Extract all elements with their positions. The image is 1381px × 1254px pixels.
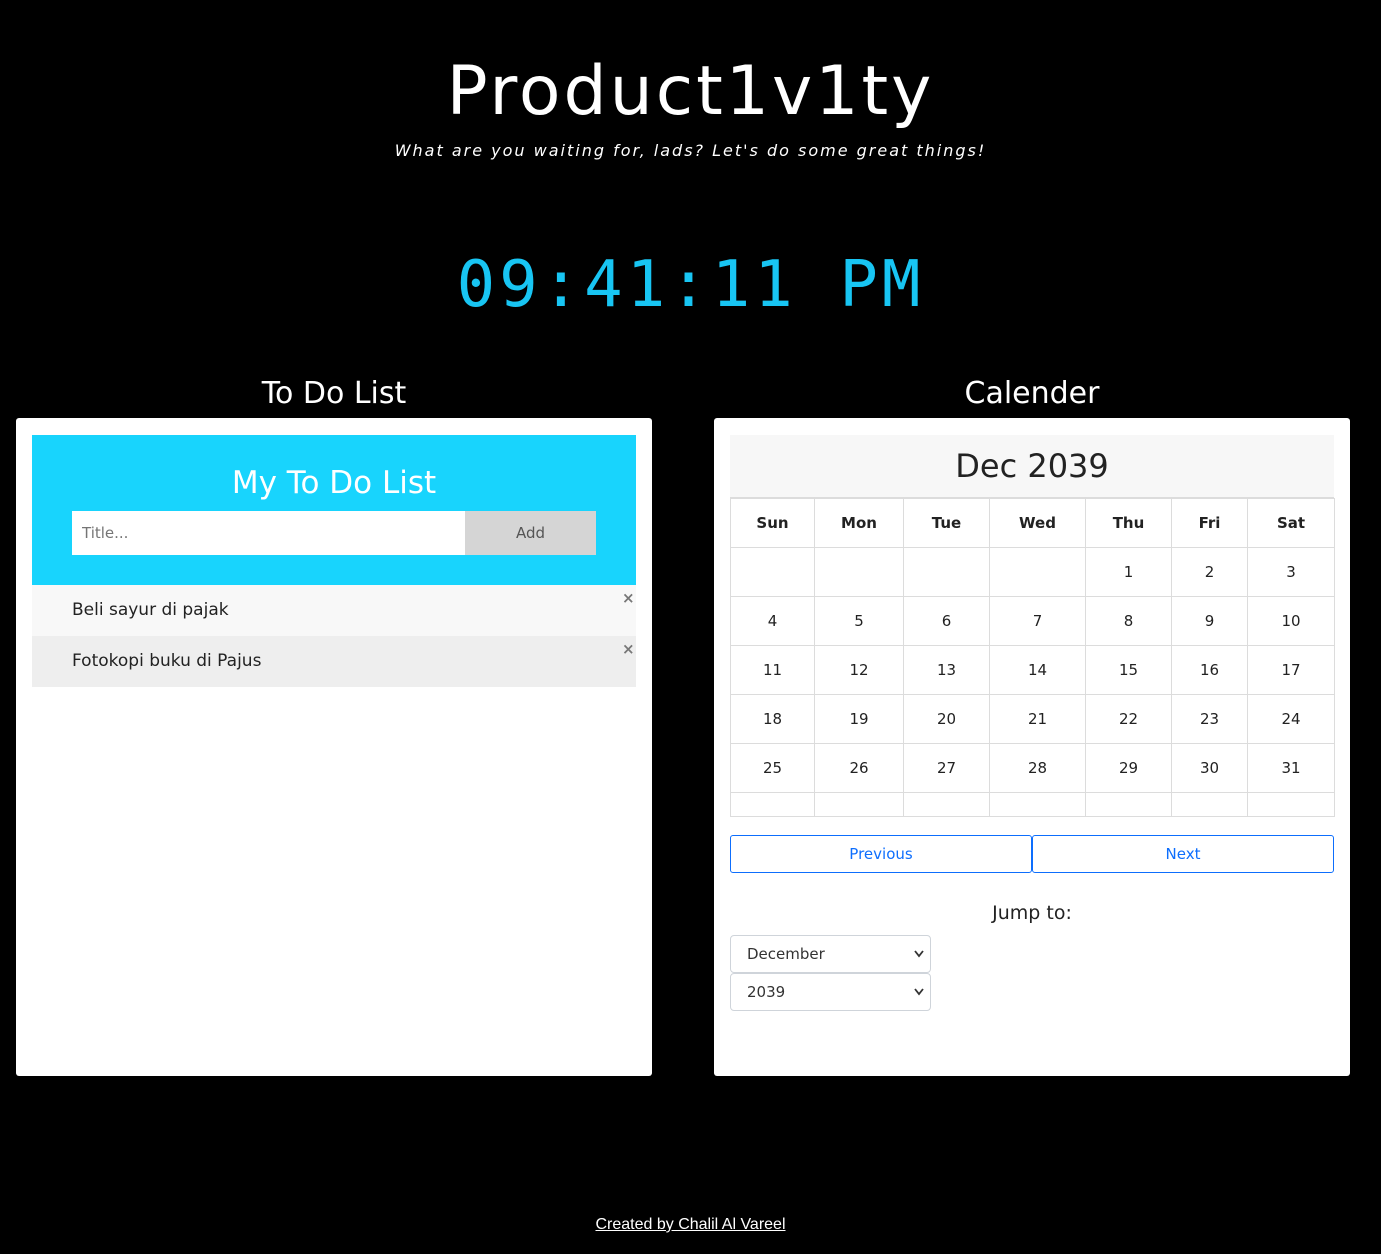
calendar-week-row: 11 12 13 14 15 16 17: [730, 645, 1335, 695]
calendar-day-cell[interactable]: 7: [989, 596, 1086, 646]
todo-panel: My To Do List Add Beli sayur di pajak × …: [16, 418, 652, 1076]
calendar-grid: Sun Mon Tue Wed Thu Fri Sat 1 2 3 4 5 6 7 8 9 10 1…: [730, 498, 1335, 817]
calendar-day-cell[interactable]: 29: [1085, 743, 1172, 793]
previous-month-button[interactable]: Previous: [730, 835, 1032, 873]
month-select[interactable]: December: [730, 935, 931, 973]
calendar-day-cell[interactable]: 27: [903, 743, 990, 793]
calendar-day-cell[interactable]: 12: [814, 645, 904, 695]
todo-item-text: Beli sayur di pajak: [72, 600, 229, 620]
calendar-day-cell[interactable]: 18: [730, 694, 815, 744]
calendar-day-cell: [730, 792, 815, 817]
calendar-day-cell[interactable]: 19: [814, 694, 904, 744]
close-icon[interactable]: ×: [622, 589, 635, 607]
todo-list-title: My To Do List: [231, 465, 437, 501]
footer-credit-link[interactable]: Created by Chalil Al Vareel: [0, 1215, 1381, 1235]
calendar-week-row: 4 5 6 7 8 9 10: [730, 596, 1335, 646]
weekday-header: Thu: [1085, 498, 1172, 548]
calendar-month-year: Dec 2039: [730, 435, 1334, 498]
todo-list: Beli sayur di pajak × Fotokopi buku di P…: [32, 585, 636, 687]
jump-to-label: Jump to:: [992, 902, 1072, 924]
calendar-day-cell[interactable]: 4: [730, 596, 815, 646]
calendar-day-cell[interactable]: 22: [1085, 694, 1172, 744]
calendar-day-cell[interactable]: 31: [1247, 743, 1335, 793]
calendar-day-cell: [903, 547, 990, 597]
app-title: Product1v1ty: [446, 52, 935, 131]
calendar-day-cell: [989, 547, 1086, 597]
weekday-header: Tue: [903, 498, 990, 548]
todo-header: My To Do List Add: [32, 435, 636, 585]
add-todo-button[interactable]: Add: [465, 511, 596, 555]
calendar-day-cell[interactable]: 11: [730, 645, 815, 695]
calendar-day-cell[interactable]: 24: [1247, 694, 1335, 744]
weekday-header: Fri: [1171, 498, 1248, 548]
calendar-day-cell[interactable]: 17: [1247, 645, 1335, 695]
todo-item-text: Fotokopi buku di Pajus: [72, 651, 262, 671]
calendar-day-cell: [1247, 792, 1335, 817]
calendar-day-cell[interactable]: 16: [1171, 645, 1248, 695]
calendar-day-cell[interactable]: 6: [903, 596, 990, 646]
weekday-header: Sun: [730, 498, 815, 548]
chevron-down-icon: [914, 950, 924, 958]
calendar-day-cell[interactable]: 28: [989, 743, 1086, 793]
calendar-day-cell[interactable]: 21: [989, 694, 1086, 744]
calendar-day-cell: [730, 547, 815, 597]
app-subtitle: What are you waiting for, lads? Let's do…: [394, 141, 987, 160]
calendar-day-cell[interactable]: 26: [814, 743, 904, 793]
calendar-day-cell[interactable]: 15: [1085, 645, 1172, 695]
next-month-button[interactable]: Next: [1032, 835, 1334, 873]
calendar-day-cell: [814, 547, 904, 597]
calendar-day-cell[interactable]: 2: [1171, 547, 1248, 597]
calendar-day-cell[interactable]: 8: [1085, 596, 1172, 646]
calendar-day-cell[interactable]: 10: [1247, 596, 1335, 646]
weekday-header: Wed: [989, 498, 1086, 548]
weekday-header: Mon: [814, 498, 904, 548]
calendar-day-cell[interactable]: 13: [903, 645, 990, 695]
calendar-panel: Dec 2039 Sun Mon Tue Wed Thu Fri Sat 123…: [714, 418, 1350, 1076]
calendar-day-cell: [989, 792, 1086, 817]
calendar-day-cell[interactable]: 9: [1171, 596, 1248, 646]
calendar-section-heading: Calender: [964, 376, 1100, 411]
calendar-day-cell[interactable]: 14: [989, 645, 1086, 695]
calendar-week-row: 25 26 27 28 29 30 31: [730, 743, 1335, 793]
calendar-day-cell: [1085, 792, 1172, 817]
close-icon[interactable]: ×: [622, 640, 635, 658]
weekday-row: Sun Mon Tue Wed Thu Fri Sat: [730, 498, 1335, 548]
digital-clock: 09:41:11 PM: [456, 248, 925, 322]
chevron-down-icon: [914, 988, 924, 996]
calendar-day-cell: [903, 792, 990, 817]
calendar-day-cell: [814, 792, 904, 817]
calendar-day-cell: [1171, 792, 1248, 817]
calendar-week-row: 18 19 20 21 22 23 24: [730, 694, 1335, 744]
todo-item[interactable]: Fotokopi buku di Pajus ×: [32, 636, 636, 687]
todo-title-input[interactable]: [72, 511, 465, 555]
year-select-value: 2039: [747, 983, 786, 1001]
year-select[interactable]: 2039: [730, 973, 931, 1011]
calendar-day-cell[interactable]: 30: [1171, 743, 1248, 793]
calendar-day-cell[interactable]: 5: [814, 596, 904, 646]
calendar-day-cell[interactable]: 3: [1247, 547, 1335, 597]
calendar-week-row: 123: [730, 547, 1335, 597]
month-select-value: December: [747, 945, 825, 963]
todo-section-heading: To Do List: [261, 376, 407, 411]
calendar-week-row: [730, 792, 1335, 817]
calendar-day-cell[interactable]: 20: [903, 694, 990, 744]
calendar-day-cell[interactable]: 23: [1171, 694, 1248, 744]
weekday-header: Sat: [1247, 498, 1335, 548]
calendar-day-cell[interactable]: 25: [730, 743, 815, 793]
todo-item[interactable]: Beli sayur di pajak ×: [32, 585, 636, 636]
calendar-day-cell[interactable]: 1: [1085, 547, 1172, 597]
